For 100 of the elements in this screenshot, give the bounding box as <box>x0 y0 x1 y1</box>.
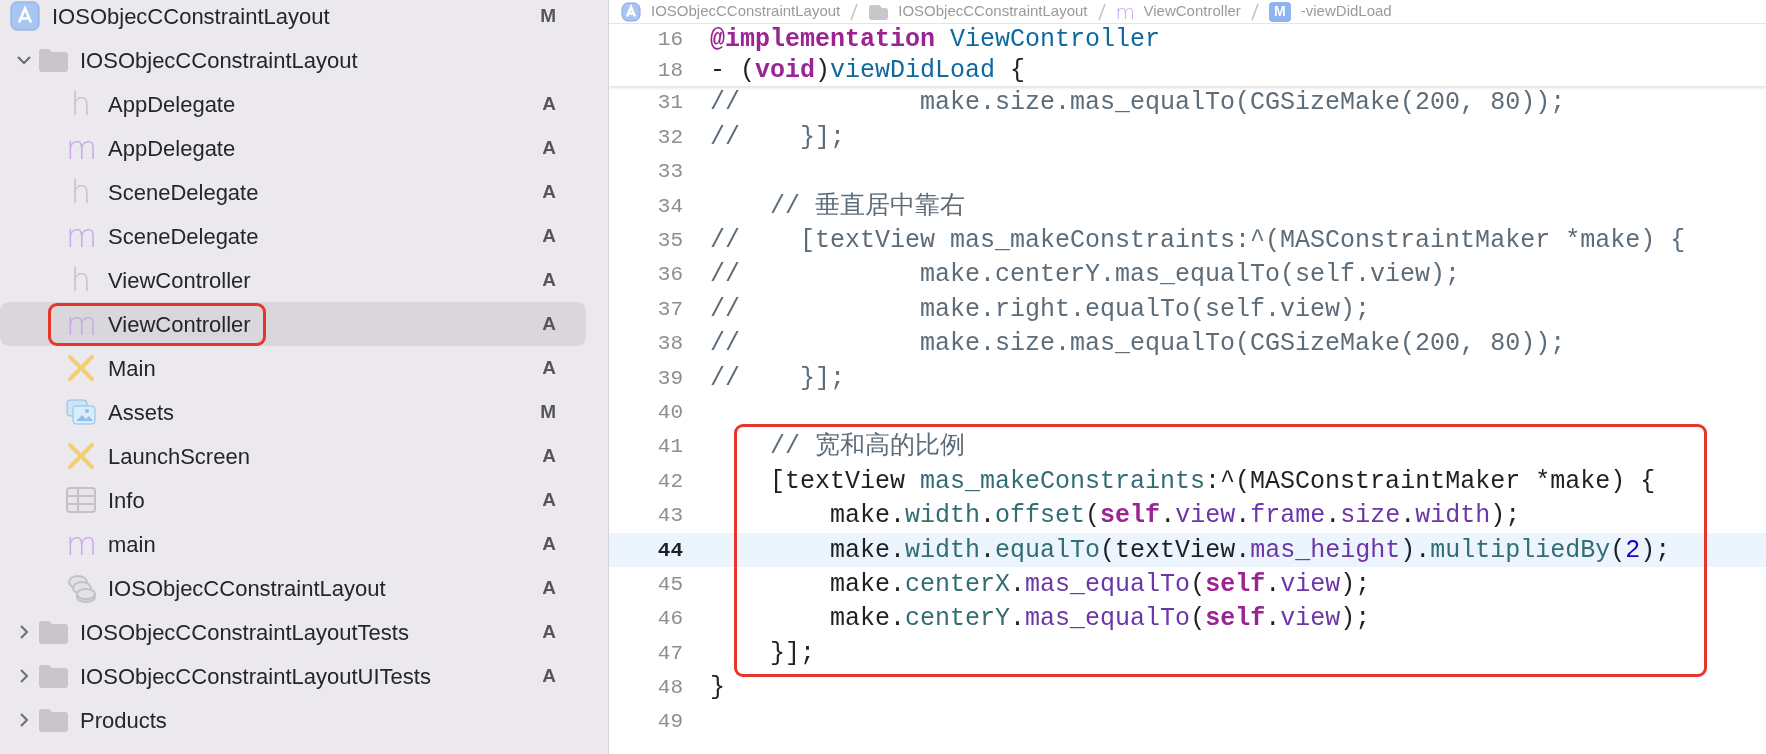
item-label: Main <box>108 354 156 383</box>
code-line: // make.right.equalTo(self.view); <box>710 293 1371 326</box>
navigator-item[interactable]: IOSObjecCConstraintLayout A <box>0 566 586 610</box>
item-label: SceneDelegate <box>108 222 259 251</box>
item-label: AppDelegate <box>108 134 236 163</box>
code-line: // }]; <box>710 121 846 154</box>
navigator-item[interactable]: IOSObjecCConstraintLayout M <box>0 0 586 38</box>
line-number: 31 <box>656 90 683 117</box>
file-type-icon: m <box>1115 1 1134 22</box>
item-label: ViewController <box>108 266 251 295</box>
line-number: 33 <box>656 159 683 186</box>
item-label: IOSObjecCConstraintLayoutTests <box>80 618 409 647</box>
status-letter: A <box>542 223 557 248</box>
folder-icon <box>38 708 68 732</box>
navigator-item[interactable]: m AppDelegate A <box>0 126 586 170</box>
status-letter: A <box>542 487 557 512</box>
status-letter: A <box>542 91 557 116</box>
code-line: make.centerX.mas_equalTo(self.view); <box>829 568 1371 601</box>
line-number: 39 <box>656 365 683 392</box>
file-type-icon: m <box>66 528 96 560</box>
code-line: // make.size.mas_equalTo(CGSizeMake(200, 80)); <box>710 328 1566 361</box>
separator-icon <box>1250 2 1259 21</box>
line-number: 46 <box>656 606 683 633</box>
code-line: // }]; <box>710 362 846 395</box>
code-line: // make.size.mas_equalTo(CGSizeMake(200, 80)); <box>710 87 1566 120</box>
status-letter: A <box>542 267 557 292</box>
navigator-item[interactable]: m main A <box>0 522 586 566</box>
item-label: IOSObjecCConstraintLayout <box>80 46 358 75</box>
line-number: 48 <box>656 675 683 702</box>
navigator-item[interactable]: IOSObjecCConstraintLayoutTests A <box>0 610 586 654</box>
code-line: // 垂直居中靠右 <box>769 190 966 223</box>
item-label: Info <box>108 486 145 515</box>
code-line: // make.centerY.mas_equalTo(self.view); <box>710 259 1461 292</box>
images-icon <box>66 398 96 426</box>
code-line: make.centerY.mas_equalTo(self.view); <box>829 603 1371 636</box>
navigator-item[interactable]: Info A <box>0 478 586 522</box>
line-number: 49 <box>656 709 683 736</box>
item-label: ViewController <box>108 310 251 339</box>
line-number: 45 <box>656 571 683 598</box>
item-label: LaunchScreen <box>108 442 250 471</box>
line-number: 34 <box>656 193 683 220</box>
line-number: 44 <box>656 537 683 564</box>
status-letter: A <box>542 663 557 688</box>
folder-icon <box>868 3 889 20</box>
line-number: 16 <box>656 26 683 53</box>
line-number: 41 <box>656 434 683 461</box>
item-label: AppDelegate <box>108 90 236 119</box>
status-letter: A <box>542 179 557 204</box>
status-letter: A <box>542 531 557 556</box>
navigator-item[interactable]: m SceneDelegate A <box>0 214 586 258</box>
cross-tools-icon <box>66 353 96 383</box>
line-number: 38 <box>656 331 683 358</box>
separator-icon <box>850 2 859 21</box>
line-number: 36 <box>656 262 683 289</box>
navigator-item[interactable]: Main A <box>0 346 586 390</box>
line-number: 40 <box>656 399 683 426</box>
cross-tools-icon <box>66 441 96 471</box>
navigator-item[interactable]: IOSObjecCConstraintLayoutUITests A <box>0 654 586 698</box>
item-label: Assets <box>108 398 175 427</box>
code-line: @implementation ViewController <box>710 23 1161 56</box>
navigator-item[interactable]: Products <box>0 698 586 742</box>
item-label: Products <box>80 706 167 735</box>
line-number: 35 <box>656 228 683 254</box>
file-type-icon: m <box>66 132 96 164</box>
status-letter: A <box>542 619 557 644</box>
status-letter: A <box>542 311 557 336</box>
app-icon <box>621 1 641 22</box>
line-number: 32 <box>656 124 683 151</box>
item-label: IOSObjecCConstraintLayoutUITests <box>80 662 431 691</box>
folder-icon <box>38 664 68 688</box>
status-letter: A <box>542 443 557 468</box>
item-label: IOSObjecCConstraintLayout <box>108 574 386 603</box>
code-line: make.width.equalTo(textView.mas_height).multipliedBy(2); <box>829 534 1671 567</box>
navigator-item[interactable]: LaunchScreen A <box>0 434 586 478</box>
folder-icon <box>38 620 68 644</box>
line-number: 42 <box>656 468 683 495</box>
line-number: 47 <box>656 640 683 667</box>
item-label: SceneDelegate <box>108 178 259 207</box>
item-label: main <box>108 530 156 559</box>
stacked-cylinders-icon <box>66 573 96 603</box>
code-line: // [textView mas_makeConstraints:^(MASConstraintMaker *make) { <box>710 225 1686 257</box>
status-letter: A <box>542 355 557 380</box>
line-number: 43 <box>656 503 683 530</box>
app-icon <box>10 1 40 31</box>
status-letter: A <box>542 575 557 600</box>
code-line: - (void)viewDidLoad { <box>710 54 1026 87</box>
code-line: } <box>710 672 725 705</box>
code-line: // 宽和高的比例 <box>769 431 966 464</box>
method-icon: M <box>1268 1 1291 22</box>
navigator-item[interactable]: Assets M <box>0 390 586 434</box>
folder-icon <box>38 48 68 72</box>
table-icon <box>66 487 96 513</box>
navigator-item[interactable]: IOSObjecCConstraintLayout <box>0 38 586 82</box>
separator-icon <box>1097 2 1106 21</box>
item-label: IOSObjecCConstraintLayout <box>52 2 330 31</box>
status-letter: M <box>540 3 557 28</box>
status-letter: M <box>540 399 557 424</box>
status-letter: A <box>542 135 557 160</box>
code-line: [textView mas_makeConstraints:^(MASConstraintMaker *make) { <box>769 465 1656 498</box>
code-line: make.width.offset(self.view.frame.size.width); <box>829 500 1521 533</box>
